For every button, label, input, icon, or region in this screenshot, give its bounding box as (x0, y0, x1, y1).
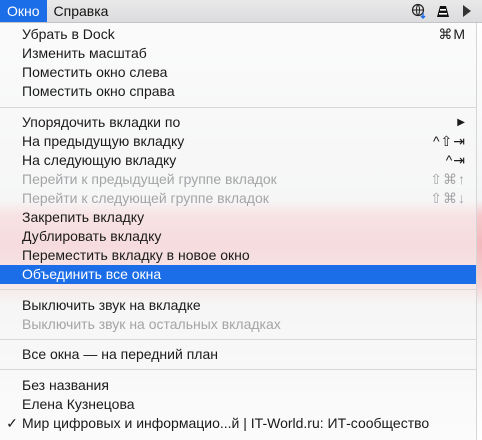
menu-separator (0, 369, 476, 370)
menu-separator (0, 289, 476, 290)
menu-item-window-untitled[interactable]: Без названия (0, 376, 476, 395)
menu-item-window-profile[interactable]: Елена Кузнецова (0, 395, 476, 414)
menu-item-prev-tab[interactable]: На предыдущую вкладку ^⇧⇥ (0, 132, 476, 151)
window-menu: Убрать в Dock ⌘M Изменить масштаб Помест… (0, 23, 477, 440)
vlc-cone-icon[interactable] (434, 2, 452, 20)
menu-item-mute-other-tabs: Выключить звук на остальных вкладках (22, 316, 281, 332)
menu-item-pin-tab[interactable]: Закрепить вкладку (0, 208, 476, 227)
shortcut-label: ⇧⌘↑ (430, 171, 466, 187)
arrow-icon[interactable] (458, 2, 476, 20)
menu-item-zoom[interactable]: Изменить масштаб (0, 44, 476, 63)
menu-window[interactable]: Окно (0, 0, 47, 22)
menu-item-tile-right[interactable]: Поместить окно справа (0, 82, 476, 101)
menu-separator (0, 339, 476, 340)
menu-item-mute-tab[interactable]: Выключить звук на вкладке (0, 296, 476, 315)
shortcut-label: ^⇧⇥ (432, 133, 466, 149)
submenu-arrow-icon: ▶ (457, 117, 466, 128)
menu-item-tile-left[interactable]: Поместить окно слева (0, 63, 476, 82)
menu-item-next-tab-group: Перейти к следующей группе вкладок ⇧⌘↓ (22, 190, 466, 206)
shortcut-label: ⌘M (438, 26, 466, 42)
menu-item-sort-tabs[interactable]: Упорядочить вкладки по ▶ (0, 113, 476, 132)
status-tray (410, 0, 476, 22)
menu-item-prev-tab-group: Перейти к предыдущей группе вкладок ⇧⌘↑ (22, 171, 466, 187)
shortcut-label: ^⇥ (445, 152, 466, 168)
checkmark-icon: ✓ (6, 415, 18, 431)
menu-separator (0, 107, 476, 108)
menu-item-window-itworld[interactable]: ✓ Мир цифровых и информацио...й | IT-Wor… (0, 414, 476, 433)
menu-help[interactable]: Справка (47, 0, 116, 22)
menu-item-next-tab[interactable]: На следующую вкладку ^⇥ (0, 151, 476, 170)
menu-bar: Окно Справка (0, 0, 482, 23)
menu-item-bring-all-to-front[interactable]: Все окна — на передний план (0, 345, 476, 364)
globe-download-icon[interactable] (410, 2, 428, 20)
menu-item-merge-all-windows[interactable]: Объединить все окна (0, 265, 476, 284)
shortcut-label: ⇧⌘↓ (430, 190, 466, 206)
menu-item-move-tab-new-window[interactable]: Переместить вкладку в новое окно (0, 246, 476, 265)
menu-item-duplicate-tab[interactable]: Дублировать вкладку (0, 227, 476, 246)
menu-item-minimize[interactable]: Убрать в Dock ⌘M (0, 25, 476, 44)
